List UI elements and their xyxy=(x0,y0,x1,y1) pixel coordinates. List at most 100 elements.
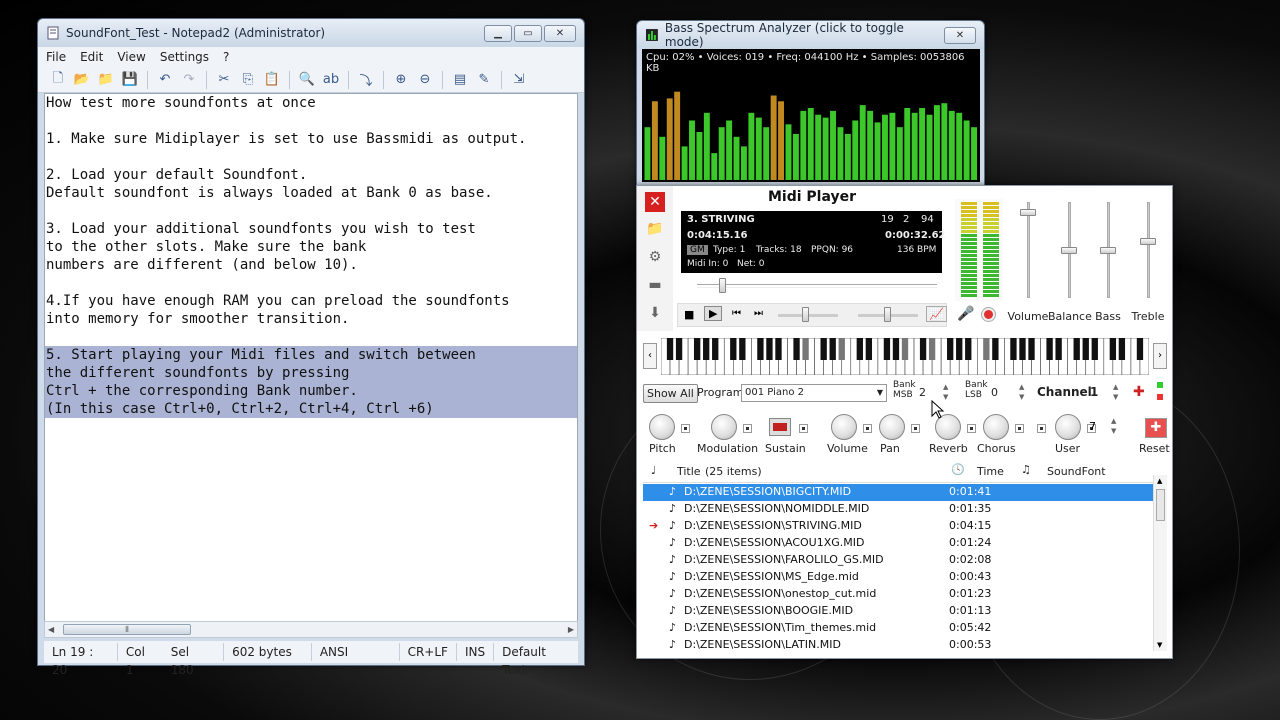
playlist-scroll-thumb[interactable] xyxy=(1156,489,1165,521)
playlist-row[interactable]: ♪ D:\ZENE\SESSION\MS_Edge.mid 0:00:43 xyxy=(643,569,1153,586)
horizontal-scrollbar[interactable]: ◀ ⦀ ▶ xyxy=(44,621,578,638)
status-mode[interactable]: INS xyxy=(457,643,495,661)
piano-scroll-left-icon[interactable]: ‹ xyxy=(643,343,657,369)
paste-icon[interactable]: 📋 xyxy=(262,70,282,90)
minimize-button[interactable]: ▁ xyxy=(484,24,512,42)
scrollbar-thumb[interactable]: ⦀ xyxy=(63,624,191,635)
knob-enable-checkbox[interactable] xyxy=(743,424,752,433)
sustain-toggle[interactable] xyxy=(769,418,791,436)
black-key[interactable] xyxy=(928,338,936,360)
black-key[interactable] xyxy=(766,338,773,360)
black-key[interactable] xyxy=(666,338,674,360)
goto-icon[interactable]: ⤵ xyxy=(356,70,376,90)
close-button[interactable]: ✕ xyxy=(544,24,576,42)
black-key[interactable] xyxy=(901,338,909,360)
playlist-row[interactable]: ♪ D:\ZENE\SESSION\LATIN.MID 0:00:53 xyxy=(643,637,1153,654)
prev-icon[interactable]: ⏮ xyxy=(732,308,741,319)
save-icon[interactable]: 💾 xyxy=(120,70,140,90)
black-key[interactable] xyxy=(865,338,873,360)
fader-track[interactable] xyxy=(1027,202,1030,298)
black-key[interactable] xyxy=(693,338,701,360)
playlist-row[interactable]: ♪ D:\ZENE\SESSION\Tim_themes.mid 0:05:42 xyxy=(643,620,1153,637)
black-key[interactable] xyxy=(956,338,963,360)
scroll-up-icon[interactable]: ▲ xyxy=(1157,477,1162,485)
black-key[interactable] xyxy=(820,338,827,360)
black-key[interactable] xyxy=(1046,338,1053,360)
microphone-icon[interactable]: 🎤 xyxy=(957,306,974,322)
knob-enable-checkbox[interactable] xyxy=(911,424,920,433)
settings-icon[interactable]: ⚙ xyxy=(644,246,666,268)
menu-item[interactable]: Settings xyxy=(160,50,209,64)
knob-enable-checkbox[interactable] xyxy=(863,424,872,433)
fader-thumb[interactable] xyxy=(1100,247,1116,254)
black-key[interactable] xyxy=(1082,338,1089,360)
pitch-slider-thumb[interactable] xyxy=(884,307,891,322)
black-key[interactable] xyxy=(919,338,927,360)
folder-icon[interactable]: 📁 xyxy=(644,218,666,240)
tempo-slider-thumb[interactable] xyxy=(802,307,809,322)
black-key[interactable] xyxy=(739,338,746,360)
undo-icon[interactable]: ↶ xyxy=(155,70,175,90)
close-icon[interactable]: ✕ xyxy=(645,192,665,212)
black-key[interactable] xyxy=(712,338,719,360)
knob-pitch[interactable] xyxy=(649,414,675,440)
black-key[interactable] xyxy=(1019,338,1026,360)
title-column-header[interactable]: Title xyxy=(677,465,701,478)
bank-msb-value[interactable]: 2 xyxy=(919,386,926,399)
status-encoding[interactable]: ANSI xyxy=(312,643,400,661)
black-key[interactable] xyxy=(1010,338,1017,360)
open-folder-icon[interactable]: 📂 xyxy=(72,70,92,90)
black-key[interactable] xyxy=(983,338,990,360)
user-cc-value[interactable]: 7 xyxy=(1089,420,1096,433)
add-icon[interactable]: ✚ xyxy=(1133,384,1145,400)
browse-icon[interactable]: 📁 xyxy=(96,70,116,90)
text-editor[interactable]: How test more soundfonts at once 1. Make… xyxy=(44,93,578,637)
customize-icon[interactable]: ✎ xyxy=(474,70,494,90)
playlist-row[interactable]: ♪ D:\ZENE\SESSION\NOMIDDLE.MID 0:01:35 xyxy=(643,501,1153,518)
knob-chorus[interactable] xyxy=(983,414,1009,440)
knob-enable-checkbox[interactable] xyxy=(681,424,690,433)
fader-thumb[interactable] xyxy=(1140,238,1156,245)
zoom-in-icon[interactable]: ⊕ xyxy=(391,70,411,90)
maximize-button[interactable]: ▭ xyxy=(514,24,542,42)
record-icon[interactable] xyxy=(981,307,996,322)
black-key[interactable] xyxy=(1073,338,1080,360)
show-all-button[interactable]: Show All xyxy=(643,384,698,403)
menu-item[interactable]: Edit xyxy=(80,50,103,64)
black-key[interactable] xyxy=(775,338,782,360)
playlist-row[interactable]: ➔ ♪ D:\ZENE\SESSION\STRIVING.MID 0:04:15 xyxy=(643,518,1153,535)
bank-lsb-stepper[interactable]: ▲ ▼ xyxy=(1019,382,1024,402)
black-key[interactable] xyxy=(829,338,836,360)
next-icon[interactable]: ⏭ xyxy=(754,308,763,319)
channel-stepper[interactable]: ▲ ▼ xyxy=(1113,382,1118,402)
status-eol[interactable]: CR+LF xyxy=(400,643,457,661)
chat-icon[interactable]: ▬ xyxy=(644,274,666,296)
black-key[interactable] xyxy=(730,338,737,360)
scroll-right-icon[interactable]: ▶ xyxy=(568,625,577,634)
black-key[interactable] xyxy=(992,338,999,360)
black-key[interactable] xyxy=(1109,338,1117,360)
zoom-out-icon[interactable]: ⊖ xyxy=(415,70,435,90)
knob-modulation[interactable] xyxy=(711,414,737,440)
bank-lsb-value[interactable]: 0 xyxy=(991,386,998,399)
download-icon[interactable]: ⬇ xyxy=(644,302,666,324)
spectrum-titlebar[interactable]: Bass Spectrum Analyzer (click to toggle … xyxy=(637,21,984,49)
knob-pan[interactable] xyxy=(879,414,905,440)
black-key[interactable] xyxy=(965,338,972,360)
knob-volume[interactable] xyxy=(831,414,857,440)
copy-icon[interactable]: ⎘ xyxy=(238,70,258,90)
find-icon[interactable]: 🔍 xyxy=(297,70,317,90)
black-key[interactable] xyxy=(703,338,710,360)
menu-item[interactable]: ? xyxy=(223,50,229,64)
user-checkbox[interactable] xyxy=(1037,424,1046,433)
status-scheme[interactable]: Default Text xyxy=(494,643,578,677)
soundfont-column-header[interactable]: SoundFont xyxy=(1047,465,1106,478)
black-key[interactable] xyxy=(1136,338,1144,360)
time-column-header[interactable]: Time xyxy=(977,465,1004,478)
playlist-row[interactable]: ♪ D:\ZENE\SESSION\BOOGIE.MID 0:01:13 xyxy=(643,603,1153,620)
playlist-row[interactable]: ♪ D:\ZENE\SESSION\BIGCITY.MID 0:01:41 xyxy=(643,484,1153,501)
knob-enable-checkbox[interactable] xyxy=(1015,424,1024,433)
black-key[interactable] xyxy=(1028,338,1035,360)
black-key[interactable] xyxy=(802,338,809,360)
knob-enable-checkbox[interactable] xyxy=(799,424,808,433)
